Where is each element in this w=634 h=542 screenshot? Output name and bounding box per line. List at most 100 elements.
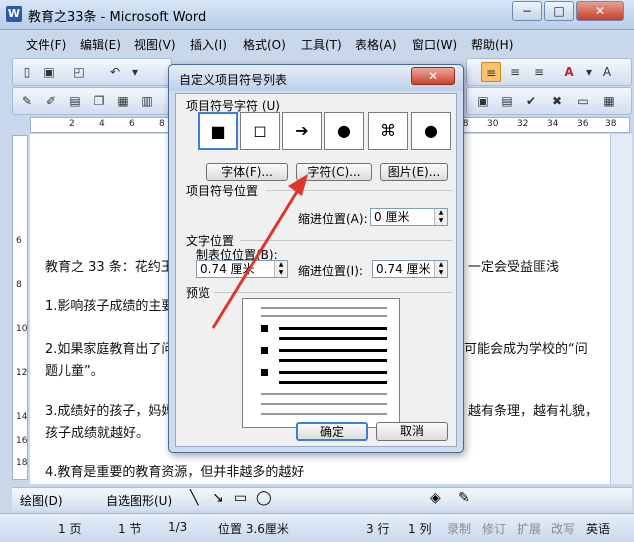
character-button[interactable]: 字符(C)... — [296, 163, 372, 181]
bullet-indent-input[interactable]: 0 厘米 ▲ ▼ — [370, 208, 448, 226]
align-center-icon[interactable]: ≡ — [505, 62, 525, 82]
font-color-icon[interactable]: A — [559, 62, 579, 82]
font-button[interactable]: 字体(F)... — [206, 163, 288, 181]
status-row: 3 行 — [366, 522, 390, 536]
line-color-icon[interactable]: ✎ — [458, 490, 470, 506]
text-indent-input[interactable]: 0.74 厘米 ▲ ▼ — [372, 260, 448, 278]
dialog-close-button[interactable]: ✕ — [411, 67, 455, 85]
undo-icon[interactable]: ↶ — [105, 62, 125, 82]
autoshape-menu[interactable]: 自选图形(U) — [106, 492, 172, 509]
reject-icon[interactable]: ✖ — [547, 91, 567, 111]
vertical-ruler[interactable]: 6 8 10 12 14 16 18 — [12, 135, 28, 480]
bullet-option-command[interactable]: ⌘ — [368, 112, 408, 150]
close-window-button[interactable]: ✕ — [576, 1, 624, 21]
status-trk[interactable]: 修订 — [482, 520, 506, 537]
preview-pane — [242, 298, 400, 428]
menu-help[interactable]: 帮助(H) — [471, 36, 513, 53]
paste-icon[interactable]: ▦ — [113, 91, 133, 111]
align-right-icon[interactable]: ≡ — [529, 62, 549, 82]
menu-insert[interactable]: 插入(I) — [190, 36, 227, 53]
tab-position-input[interactable]: 0.74 厘米 ▲ ▼ — [196, 260, 288, 278]
style-icon[interactable]: ▤ — [65, 91, 85, 111]
doc-line: 3.成绩好的孩子，妈妈 — [45, 404, 175, 419]
bullet-option-picture[interactable]: ◻ — [240, 112, 280, 150]
status-rec[interactable]: 录制 — [447, 520, 471, 537]
menu-view[interactable]: 视图(V) — [134, 36, 176, 53]
secondary-toolbar: ✎ ✐ ▤ ❐ ▦ ▥ — [12, 87, 172, 115]
doc-line-fragment: 越有条理，越有礼貌， — [468, 404, 599, 419]
doc-line: 2.如果家庭教育出了问 — [45, 342, 175, 357]
highlight-icon[interactable]: ✎ — [17, 91, 37, 111]
ok-button[interactable]: 确定 — [296, 422, 368, 441]
vertical-scrollbar[interactable] — [610, 134, 632, 484]
preview-line — [261, 413, 387, 415]
status-ovr[interactable]: 改写 — [551, 520, 575, 537]
ruler-tick-label: 12 — [16, 368, 28, 378]
ruler-tick-label: 2 — [69, 119, 75, 129]
ruler-tick-label: 32 — [517, 119, 529, 129]
ruler-tick-label: 8 — [159, 119, 165, 129]
bullet-option-square[interactable]: ■ — [198, 112, 238, 150]
bullet-option-dot-2[interactable]: ● — [411, 112, 451, 150]
preview-line — [279, 337, 387, 340]
edit-icon[interactable]: ✐ — [41, 91, 61, 111]
doc-line: 孩子成绩就越好。 — [45, 426, 150, 441]
copy-icon[interactable]: ❐ — [89, 91, 109, 111]
fill-color-icon[interactable]: ◈ — [430, 490, 441, 506]
preview-label: 预览 — [186, 286, 211, 300]
font-color-dropdown-icon[interactable]: ▾ — [579, 62, 599, 82]
doc-line: 题儿童”。 — [45, 364, 104, 379]
rectangle-icon[interactable]: ▭ — [234, 490, 247, 506]
word-app-icon: W — [6, 6, 22, 22]
status-ext[interactable]: 扩展 — [517, 520, 541, 537]
menu-window[interactable]: 窗口(W) — [412, 36, 457, 53]
print-preview-icon[interactable]: ◰ — [69, 62, 89, 82]
minimize-button[interactable]: − — [512, 1, 542, 21]
accept-icon[interactable]: ✔ — [521, 91, 541, 111]
doc-line: 1.影响孩子成绩的主要 — [45, 299, 175, 314]
menu-edit[interactable]: 编辑(E) — [80, 36, 121, 53]
preview-line — [261, 307, 387, 309]
maximize-button[interactable]: □ — [544, 1, 574, 21]
undo-dropdown-icon[interactable]: ▾ — [125, 62, 145, 82]
bullet-indent-label: 缩进位置(A): — [298, 212, 368, 226]
menu-format[interactable]: 格式(O) — [243, 36, 286, 53]
formatting-toolbar: ≡ ≡ ≡ A ▾ A — [466, 58, 632, 86]
comment-icon[interactable]: ▤ — [497, 91, 517, 111]
new-icon[interactable]: ▯ — [17, 62, 37, 82]
reviewing-pane-icon[interactable]: ▦ — [599, 91, 619, 111]
spin-arrows-icon[interactable]: ▲ ▼ — [434, 261, 447, 277]
text-indent-label: 缩进位置(I): — [298, 264, 363, 278]
dialog-title-bar[interactable]: 自定义项目符号列表 ✕ — [169, 65, 463, 91]
arrow-icon[interactable]: ↘ — [212, 490, 224, 506]
align-left-icon[interactable]: ≡ — [481, 62, 501, 82]
separator — [266, 190, 452, 191]
preview-line — [279, 371, 387, 374]
table-icon[interactable]: ▥ — [137, 91, 157, 111]
save-icon[interactable]: ▣ — [39, 62, 59, 82]
spin-arrows-icon[interactable]: ▲ ▼ — [274, 261, 287, 277]
line-icon[interactable]: ╲ — [190, 490, 198, 506]
cancel-button[interactable]: 取消 — [376, 422, 448, 441]
dialog-title: 自定义项目符号列表 — [179, 73, 288, 87]
bullet-option-arrow[interactable]: ➔ — [282, 112, 322, 150]
preview-bullet — [261, 325, 268, 332]
window-title: 教育之33条 - Microsoft Word — [28, 10, 207, 25]
menu-table[interactable]: 表格(A) — [355, 36, 397, 53]
doc-line-fragment: 可能会成为学校的“问 — [464, 342, 588, 357]
status-bar: 1 页 1 节 1/3 位置 3.6厘米 3 行 1 列 录制 修订 扩展 改写… — [0, 513, 634, 542]
bullet-option-dot[interactable]: ● — [324, 112, 364, 150]
ruler-tick-label: 16 — [16, 436, 28, 446]
ruler-tick-label: 4 — [99, 119, 105, 129]
picture-button[interactable]: 图片(E)... — [380, 163, 448, 181]
track-icon[interactable]: ▣ — [473, 91, 493, 111]
separator — [214, 292, 452, 293]
menu-file[interactable]: 文件(F) — [26, 36, 66, 53]
bullet-position-label: 项目符号位置 — [186, 184, 259, 198]
balloon-icon[interactable]: ▭ — [573, 91, 593, 111]
font-size-icon[interactable]: A — [597, 62, 617, 82]
spin-arrows-icon[interactable]: ▲ ▼ — [434, 209, 447, 225]
menu-tools[interactable]: 工具(T) — [301, 36, 342, 53]
draw-menu[interactable]: 绘图(D) — [20, 492, 63, 509]
oval-icon[interactable]: ◯ — [256, 490, 272, 506]
